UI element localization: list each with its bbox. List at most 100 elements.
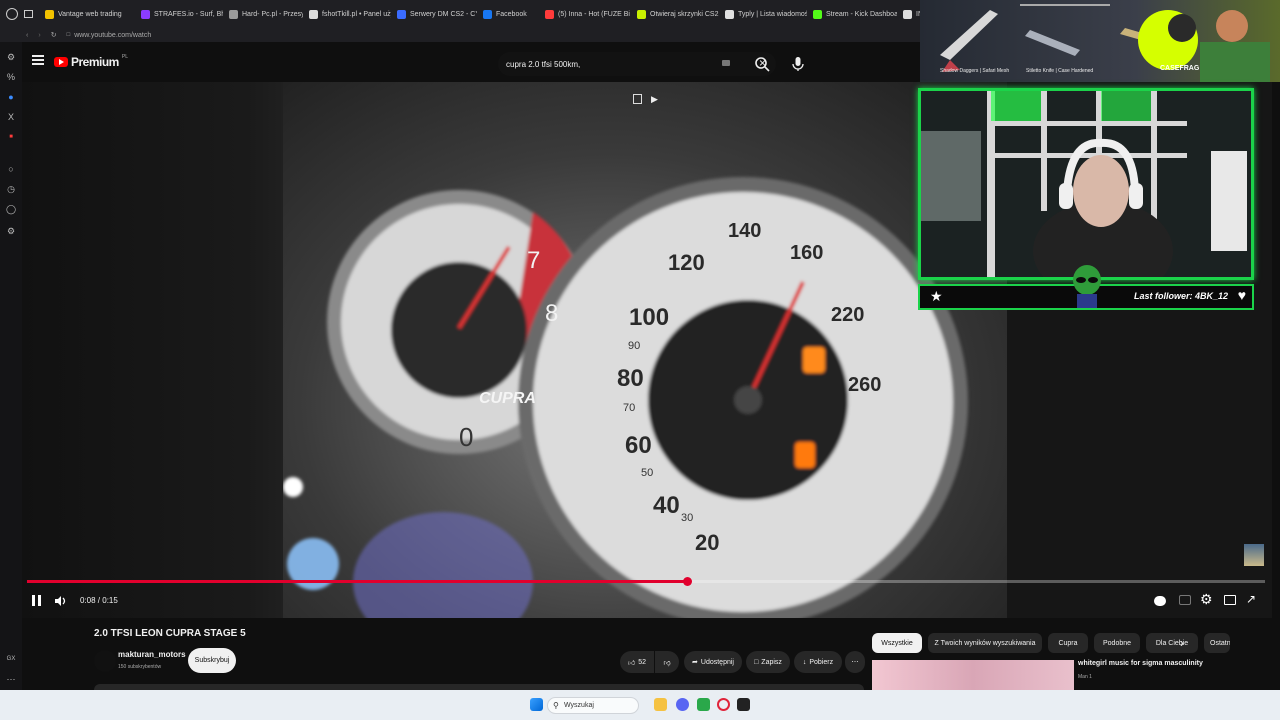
speedometer-minor-number: 30 — [681, 512, 694, 524]
subtitles-icon[interactable] — [1179, 595, 1191, 605]
star-icon: ★ — [930, 288, 943, 304]
subscriber-count: 150 subskrybentów — [118, 664, 162, 670]
like-button[interactable]: 👍︎ 52 — [620, 651, 654, 673]
tab-label: Facebook — [496, 10, 527, 18]
scrubber-handle[interactable] — [682, 577, 692, 586]
volume-icon[interactable] — [54, 594, 68, 608]
channel-name[interactable]: makturan_motors — [118, 650, 186, 659]
clock-icon[interactable]: ◷ — [6, 184, 16, 194]
settings-icon[interactable]: ⚙ — [6, 52, 16, 62]
browser-tab[interactable]: Hard- Pc.pl - Przesyłka zw — [223, 3, 303, 25]
settings-icon[interactable]: ⚙ — [1200, 591, 1213, 608]
speedometer-number: 20 — [695, 530, 720, 555]
percent-icon[interactable]: % — [6, 72, 16, 82]
browser-tab[interactable]: Stream - Kick Dashboard — [807, 3, 897, 25]
subscribe-button[interactable]: Subskrybuj — [188, 648, 236, 673]
browser-tab[interactable]: IN — [897, 3, 921, 25]
start-menu-icon[interactable] — [530, 698, 543, 711]
x-icon[interactable]: X — [6, 112, 16, 122]
more-icon[interactable]: ⋯ — [6, 674, 16, 684]
recommendation-channel[interactable]: Man 1 — [1078, 674, 1092, 680]
forward-icon[interactable]: › — [38, 32, 40, 39]
window-caption-bar — [1020, 4, 1110, 6]
opera-icon[interactable] — [717, 698, 730, 711]
keyboard-icon[interactable] — [722, 60, 730, 66]
more-actions-button[interactable]: ⋯ — [845, 651, 865, 673]
youtube-logo[interactable]: Premium PL — [54, 54, 128, 69]
extension-icon[interactable]: ◯ — [6, 204, 16, 214]
tab-favicon-icon — [483, 9, 492, 19]
dislike-button[interactable]: 👎︎ — [655, 651, 679, 673]
copy-icon[interactable] — [633, 94, 642, 104]
menu-icon[interactable] — [32, 55, 44, 65]
chip-filter[interactable]: Cupra — [1048, 633, 1088, 653]
speedometer-number: 220 — [831, 304, 865, 326]
youtube-play-icon — [54, 57, 68, 67]
speedometer-number: 260 — [848, 374, 882, 396]
browser-tab[interactable]: STRAFES.io - Surf, Bhop & — [135, 3, 223, 25]
save-button[interactable]: □ Zapisz — [746, 651, 790, 673]
case-opening-banner: Shadow Daggers | Safari Mesh Stiletto Kn… — [920, 0, 1280, 82]
download-button[interactable]: ↓ Pobierz — [794, 651, 842, 673]
search-icon[interactable] — [751, 54, 773, 74]
autoplay-toggle[interactable] — [1154, 596, 1166, 606]
browser-tab[interactable]: (5) Inna - Hot (FUZE Bi — [539, 3, 631, 25]
gx-icon[interactable]: GX — [6, 654, 16, 664]
app-icon[interactable]: ■ — [6, 132, 16, 142]
browser-tab[interactable]: Facebook — [477, 3, 539, 25]
streamer-image — [921, 91, 1251, 277]
search-input[interactable]: cupra 2.0 tfsi 500km, — [506, 60, 580, 69]
terminal-icon[interactable] — [737, 698, 750, 711]
tab-favicon-icon — [141, 9, 150, 19]
browser-menu-icon[interactable] — [6, 8, 18, 20]
case-item-label: Stiletto Knife | Case Hardened — [1026, 68, 1094, 74]
alien-mascot-icon — [1070, 264, 1104, 308]
like-count: 52 — [638, 658, 647, 666]
microphone-icon[interactable] — [786, 52, 810, 76]
browser-tab[interactable]: Serwery DM CS2 - CYBER — [391, 3, 477, 25]
tab-label: Vantage web trading — [58, 10, 122, 18]
chip-filter[interactable]: Ostatnio — [1204, 633, 1230, 653]
chip-filter[interactable]: Podobne — [1094, 633, 1140, 653]
progress-bar[interactable] — [27, 577, 1265, 586]
chips-next-icon[interactable]: › — [1180, 636, 1184, 650]
recommendation-thumbnail[interactable] — [872, 660, 1074, 690]
back-icon[interactable]: ‹ — [26, 32, 28, 39]
browser-tab[interactable]: Vantage web trading — [39, 3, 135, 25]
file-explorer-icon[interactable] — [654, 698, 667, 711]
browser-tab[interactable]: fshotTkill.pl • Panel użytkow — [303, 3, 391, 25]
gear-icon[interactable]: ⚙ — [6, 226, 16, 236]
chip-filter[interactable]: Dla Ciebie — [1146, 633, 1198, 653]
chip-filter[interactable]: Z Twoich wyników wyszukiwania — [928, 633, 1042, 653]
app-icon[interactable] — [697, 698, 710, 711]
tab-favicon-icon — [397, 9, 406, 19]
discord-icon[interactable] — [676, 698, 689, 711]
tab-overview-icon[interactable] — [24, 10, 33, 18]
browser-tab[interactable]: Otwieraj skrzynki CS2 (CS — [631, 3, 719, 25]
miniplayer-icon[interactable] — [1224, 595, 1236, 605]
share-button[interactable]: ➦ Udostępnij — [684, 651, 742, 673]
history-icon[interactable]: ○ — [6, 164, 16, 174]
webcam-feed — [918, 88, 1254, 280]
next-frame-icon[interactable]: ▶ — [651, 94, 659, 104]
reload-icon[interactable]: ↻ — [51, 31, 57, 39]
tab-favicon-icon — [229, 9, 238, 19]
tab-favicon-icon — [545, 9, 554, 19]
last-follower-text: Last follower: 4BK_12 — [1133, 291, 1228, 301]
chip-all[interactable]: Wszystkie — [872, 633, 922, 653]
speedometer-number: 80 — [617, 365, 644, 392]
thumbs-down-icon: 👎︎ — [663, 659, 671, 667]
fullscreen-icon[interactable]: ↗ — [1246, 592, 1256, 606]
channel-avatar[interactable] — [94, 650, 116, 672]
pause-icon[interactable] — [32, 595, 41, 606]
browser-tab[interactable]: Typly | Lista wiadomości — [719, 3, 807, 25]
tab-favicon-icon — [903, 9, 912, 19]
video-frame[interactable]: 0 7 8 CUPRA 20 40 60 80 100 120 140 160 220 260 30… — [283, 82, 1007, 618]
messenger-icon[interactable]: ● — [6, 92, 16, 102]
tab-label: fshotTkill.pl • Panel użytkow — [322, 10, 391, 18]
search-box[interactable]: cupra 2.0 tfsi 500km, × — [498, 52, 776, 76]
taskbar-search[interactable]: ⚲ Wyszukaj — [547, 697, 639, 714]
url-field[interactable]: www.youtube.com/watch — [74, 32, 151, 39]
recommendation-title[interactable]: whitegirl music for sigma masculinity — [1078, 660, 1203, 667]
speedometer-number: 60 — [625, 432, 652, 459]
